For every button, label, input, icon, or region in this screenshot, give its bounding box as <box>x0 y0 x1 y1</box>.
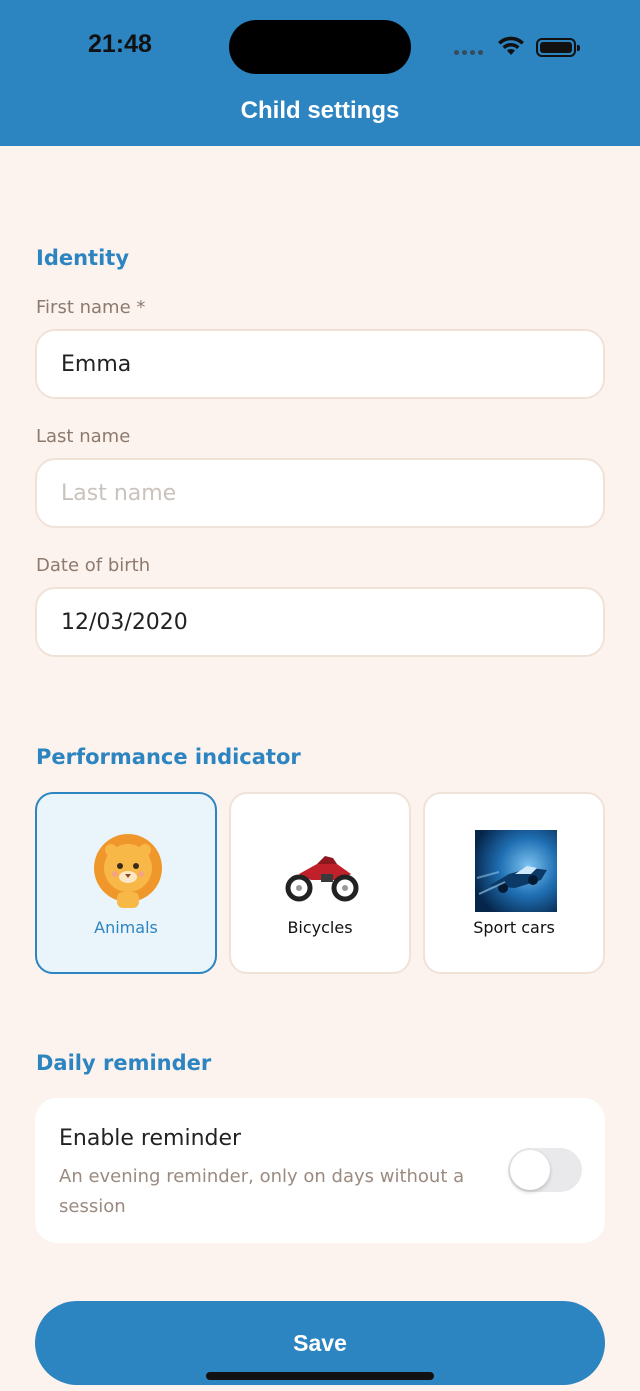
dob-input[interactable] <box>37 589 603 655</box>
performance-section-title: Performance indicator <box>36 745 301 769</box>
option-sport-cars[interactable]: Sport cars <box>423 792 605 974</box>
option-label-animals: Animals <box>94 918 158 937</box>
first-name-label: First name * <box>36 297 146 318</box>
lion-icon <box>94 834 162 908</box>
last-name-field <box>35 458 605 528</box>
wifi-icon <box>498 36 524 55</box>
home-indicator <box>206 1372 434 1380</box>
last-name-label: Last name <box>36 426 131 447</box>
dynamic-island <box>229 20 411 74</box>
first-name-input[interactable] <box>37 331 603 397</box>
reminder-card: Enable reminder An evening reminder, onl… <box>35 1098 605 1243</box>
toggle-knob <box>510 1150 550 1190</box>
battery-icon <box>536 38 580 57</box>
page-title: Child settings <box>240 97 400 124</box>
header-bar: 21:48 Child settings <box>0 0 640 146</box>
option-label-sport-cars: Sport cars <box>473 918 555 937</box>
dob-field <box>35 587 605 657</box>
motorcycle-icon <box>285 856 359 902</box>
reminder-title: Enable reminder <box>59 1126 242 1151</box>
reminder-section-title: Daily reminder <box>36 1051 212 1075</box>
first-name-field <box>35 329 605 399</box>
sport-car-icon <box>475 830 557 912</box>
last-name-input[interactable] <box>37 460 603 526</box>
reminder-toggle[interactable] <box>508 1148 582 1192</box>
option-bicycles[interactable]: Bicycles <box>229 792 411 974</box>
cellular-signal-icon <box>454 50 483 55</box>
option-animals[interactable]: Animals <box>35 792 217 974</box>
identity-section-title: Identity <box>36 246 130 270</box>
reminder-description: An evening reminder, only on days withou… <box>59 1166 465 1217</box>
status-time: 21:48 <box>88 30 152 58</box>
option-label-bicycles: Bicycles <box>287 918 353 937</box>
dob-label: Date of birth <box>36 555 151 576</box>
